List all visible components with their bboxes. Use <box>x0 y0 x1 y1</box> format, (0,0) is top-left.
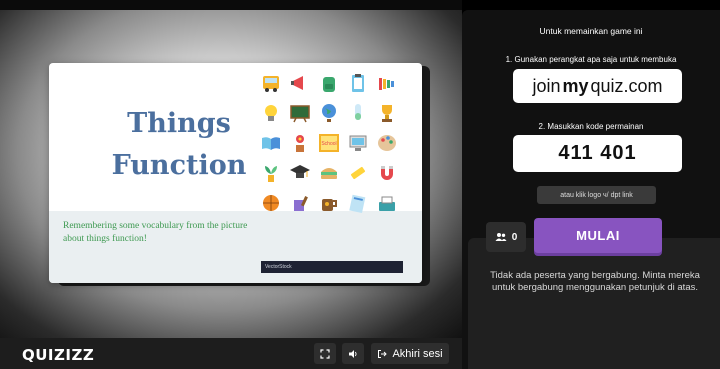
step-2-text: 2. Masukkan kode permainan <box>538 122 644 131</box>
clipboard-icon <box>346 71 370 95</box>
player-count-badge: 0 <box>486 222 526 252</box>
sound-button[interactable] <box>342 343 364 364</box>
no-participants-message: Tidak ada peserta yang bergabung. Minta … <box>490 270 700 293</box>
speaker-icon <box>349 349 357 358</box>
end-session-label: Akhiri sesi <box>392 347 443 360</box>
quizizz-logo[interactable]: QUIZIZZ <box>22 346 94 364</box>
crayon-icon <box>346 161 370 185</box>
backpack-icon <box>317 71 341 95</box>
people-icon <box>495 233 507 241</box>
slide-title-line-2: Function <box>111 150 247 181</box>
fullscreen-icon <box>320 348 330 359</box>
slide-title: Things Function <box>109 103 249 187</box>
school-sign-icon: School <box>317 131 341 155</box>
step-1-text: 1. Gunakan perangkat apa saja untuk memb… <box>505 55 677 64</box>
graduation-cap-icon <box>288 161 312 185</box>
slide-footer-bar: VectorStock <box>261 261 403 273</box>
notebook-icon <box>346 191 370 215</box>
svg-text:School: School <box>321 141 336 147</box>
xylophone-icon <box>375 71 399 95</box>
exit-icon <box>378 349 388 358</box>
join-url-join: join <box>532 75 561 96</box>
presentation-stage: Things Function Remembering some vocabul… <box>0 0 462 338</box>
paint-bucket-icon <box>288 191 312 215</box>
trophy-icon <box>375 101 399 125</box>
test-tube-icon <box>346 101 370 125</box>
slide: Things Function Remembering some vocabul… <box>49 63 422 283</box>
participants-area <box>468 238 720 369</box>
game-code: 411 401 <box>558 142 637 164</box>
school-bus-icon <box>259 71 283 95</box>
player-count: 0 <box>511 231 518 243</box>
globe-icon <box>317 101 341 125</box>
chalkboard-icon <box>288 101 312 125</box>
fullscreen-button[interactable] <box>314 343 336 364</box>
flower-pot-icon <box>288 131 312 155</box>
mug-icon <box>317 191 341 215</box>
end-session-button[interactable]: Akhiri sesi <box>371 343 449 364</box>
school-icons-grid: School <box>259 71 401 219</box>
megaphone-icon <box>288 71 312 95</box>
plant-icon <box>259 161 283 185</box>
basketball-icon <box>259 191 283 215</box>
paint-palette-icon <box>375 131 399 155</box>
computer-icon <box>346 131 370 155</box>
bottom-toolbar: QUIZIZZ Akhiri sesi <box>0 338 462 369</box>
open-book-icon <box>259 131 283 155</box>
start-button[interactable]: MULAI <box>534 218 662 253</box>
join-panel-heading: Untuk memainkan game ini <box>539 26 643 36</box>
sandwich-icon <box>317 161 341 185</box>
game-code-box[interactable]: 411 401 <box>513 135 682 172</box>
join-url-my: my <box>562 75 589 96</box>
slide-title-line-1: Things <box>127 108 231 139</box>
magnet-icon <box>375 161 399 185</box>
join-url-quiz: quiz.com <box>590 75 663 96</box>
lightbulb-icon <box>259 101 283 125</box>
join-url-box[interactable]: join my quiz.com <box>513 69 682 103</box>
scanner-icon <box>375 191 399 215</box>
stage-top-strip <box>0 0 462 10</box>
slide-caption: Remembering some vocabulary from the pic… <box>63 221 248 244</box>
slide-footer-brand: VectorStock <box>265 264 292 270</box>
logo-link-button[interactable]: atau klik logo ч/ dpt link <box>537 186 656 204</box>
